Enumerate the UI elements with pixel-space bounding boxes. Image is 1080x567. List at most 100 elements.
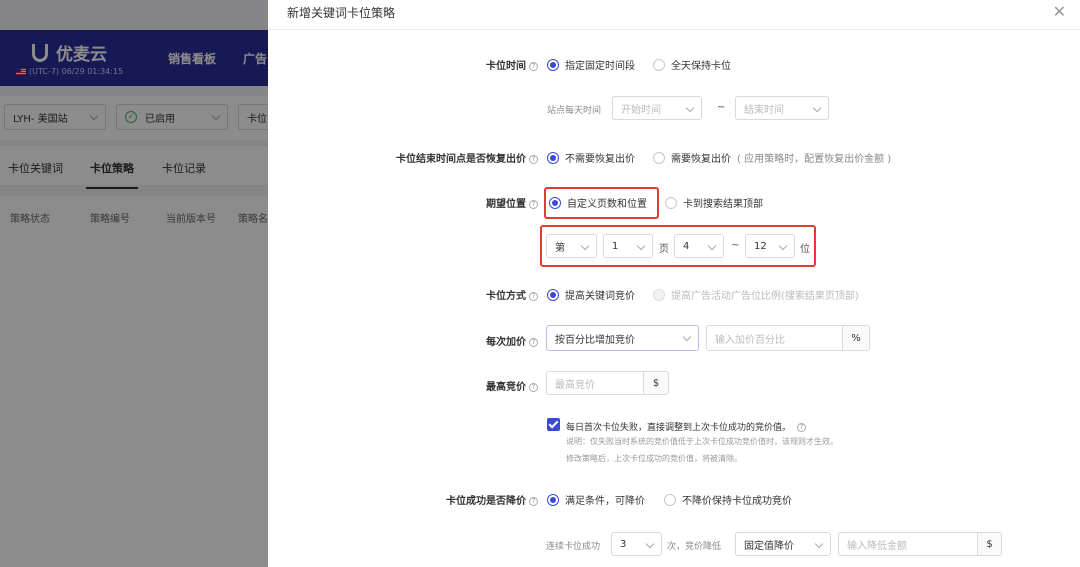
help-icon[interactable]: ? — [529, 292, 538, 301]
percent-suffix: % — [842, 325, 870, 351]
position-unit-text: 位 — [800, 244, 810, 255]
position-to-select[interactable]: 12 — [745, 234, 795, 258]
help-icon[interactable]: ? — [529, 383, 538, 392]
radio-custom-time-label: 指定固定时间段 — [565, 61, 635, 72]
radio-lower-allowed[interactable]: 满足条件，可降价 — [547, 492, 645, 507]
radio-restore-label: 需要恢复出价 — [671, 154, 731, 165]
radio-lower-allowed-label: 满足条件，可降价 — [565, 496, 645, 507]
slot-method-label-text: 卡位方式 — [486, 291, 526, 302]
lower-bid-label: 卡位成功是否降价? — [446, 492, 538, 507]
radio-keep-bid[interactable]: 不降价保持卡位成功竞价 — [664, 492, 792, 507]
end-time-select[interactable]: 结束时间 — [735, 96, 829, 120]
chevron-down-icon — [636, 241, 646, 251]
max-bid-label-text: 最高竞价 — [486, 382, 526, 393]
expected-position-label: 期望位置? — [486, 195, 538, 210]
position-from-select[interactable]: 4 — [674, 234, 724, 258]
radio-dot — [547, 288, 559, 301]
radio-all-day[interactable]: 全天保持卡位 — [653, 57, 731, 72]
radio-raise-placement-ratio[interactable]: 提高广告活动广告位比例(搜索结果页顶部) — [653, 287, 859, 302]
increment-mode-value: 按百分比增加竞价 — [555, 334, 635, 346]
max-bid-placeholder: 最高竞价 — [555, 379, 595, 391]
dollar-suffix: $ — [643, 371, 669, 395]
page-number-select[interactable]: 1 — [603, 234, 653, 258]
radio-custom-page-position-label: 自定义页数和位置 — [567, 199, 647, 210]
radio-dot — [547, 493, 559, 506]
radio-no-restore[interactable]: 不需要恢复出价 — [547, 150, 635, 165]
radio-restore-hint: ( 应用策略时，配置恢复出价金额 ) — [737, 154, 892, 165]
dollar-suffix: $ — [977, 532, 1002, 556]
radio-dot — [547, 151, 559, 164]
radio-dot — [653, 58, 665, 71]
help-icon[interactable]: ? — [529, 338, 538, 347]
chevron-down-icon — [645, 539, 655, 549]
fallback-checkbox[interactable] — [547, 418, 560, 431]
position-from-value: 4 — [683, 240, 690, 252]
success-count-select[interactable]: 3 — [611, 532, 662, 556]
radio-all-day-label: 全天保持卡位 — [671, 61, 731, 72]
drawer-header: 新增关键词卡位策略 ✕ — [268, 0, 1080, 30]
help-icon[interactable]: ? — [529, 62, 538, 71]
restore-bid-label: 卡位结束时间点是否恢复出价? — [396, 150, 538, 165]
radio-dot — [665, 196, 677, 209]
start-time-select[interactable]: 开始时间 — [612, 96, 702, 120]
increment-mode-select[interactable]: 按百分比增加竞价 — [546, 325, 699, 351]
radio-raise-keyword-bid[interactable]: 提高关键词竞价 — [547, 287, 635, 302]
drawer-title: 新增关键词卡位策略 — [287, 6, 396, 20]
radio-raise-keyword-bid-label: 提高关键词竞价 — [565, 291, 635, 302]
restore-bid-label-text: 卡位结束时间点是否恢复出价 — [396, 154, 526, 165]
increment-label-text: 每次加价 — [486, 337, 526, 348]
end-time-placeholder: 结束时间 — [744, 104, 784, 116]
slot-time-label: 卡位时间? — [486, 57, 538, 72]
radio-no-restore-label: 不需要恢复出价 — [565, 154, 635, 165]
radio-dot — [549, 196, 561, 209]
max-bid-input[interactable]: 最高竞价 — [546, 371, 644, 395]
radio-keep-bid-label: 不降价保持卡位成功竞价 — [682, 496, 792, 507]
radio-dot — [547, 58, 559, 71]
increment-percent-input[interactable]: 输入加价百分比 — [706, 325, 843, 351]
radio-custom-time[interactable]: 指定固定时间段 — [547, 57, 635, 72]
slot-method-label: 卡位方式? — [486, 287, 538, 302]
radio-custom-page-position[interactable]: 自定义页数和位置 — [549, 195, 647, 210]
radio-restore[interactable]: 需要恢复出价 ( 应用策略时，配置恢复出价金额 ) — [653, 150, 891, 165]
time-range-tilde: ~ — [717, 102, 726, 113]
radio-top-of-search[interactable]: 卡到搜索结果顶部 — [665, 195, 763, 210]
slot-time-label-text: 卡位时间 — [486, 61, 526, 72]
help-icon[interactable]: ? — [529, 200, 538, 209]
chevron-down-icon — [814, 539, 824, 549]
max-bid-label: 最高竞价? — [486, 378, 538, 393]
fallback-rule-text: 每日首次卡位失败，直接调整到上次卡位成功的竞价值。? — [566, 420, 807, 433]
chevron-down-icon — [778, 241, 788, 251]
expected-position-label-text: 期望位置 — [486, 199, 526, 210]
increment-percent-placeholder: 输入加价百分比 — [715, 334, 785, 346]
radio-dot — [664, 493, 676, 506]
radio-raise-placement-ratio-label: 提高广告活动广告位比例(搜索结果页顶部) — [671, 291, 859, 302]
fallback-note-2: 修改策略后，上次卡位成功的竞价值，将被清除。 — [566, 454, 742, 463]
chevron-down-icon — [682, 332, 692, 342]
lower-amount-input[interactable]: 输入降低金额 — [838, 532, 978, 556]
page-unit-text: 页 — [659, 244, 669, 255]
new-strategy-drawer: 新增关键词卡位策略 ✕ 卡位时间? 指定固定时间段 全天保持卡位 站点每天时间 … — [268, 0, 1080, 567]
page-prefix-select[interactable]: 第 — [546, 234, 597, 258]
fallback-note-1: 说明：仅失败当时系统的竞价值低于上次卡位成功竞价值时，该规则才生效。 — [566, 437, 838, 446]
times-lower-text: 次，竞价降低 — [667, 542, 722, 552]
chevron-down-icon — [685, 103, 695, 113]
lower-mode-select[interactable]: 固定值降价 — [735, 532, 831, 556]
chevron-down-icon — [580, 241, 590, 251]
chevron-down-icon — [707, 241, 717, 251]
fallback-rule-main: 每日首次卡位失败，直接调整到上次卡位成功的竞价值。 — [566, 423, 792, 433]
close-icon[interactable]: ✕ — [1053, 2, 1066, 21]
radio-dot — [653, 288, 665, 301]
site-daily-time-label: 站点每天时间 — [547, 106, 602, 116]
lower-mode-value: 固定值降价 — [744, 540, 794, 552]
increment-label: 每次加价? — [486, 333, 538, 348]
position-to-value: 12 — [754, 240, 767, 252]
consecutive-success-label: 连续卡位成功 — [546, 542, 601, 552]
help-icon[interactable]: ? — [529, 497, 538, 506]
help-icon[interactable]: ? — [529, 155, 538, 164]
radio-top-of-search-label: 卡到搜索结果顶部 — [683, 199, 763, 210]
position-range-tilde: ~ — [731, 240, 740, 251]
help-icon[interactable]: ? — [797, 423, 807, 432]
lower-bid-label-text: 卡位成功是否降价 — [446, 496, 526, 507]
page-number-value: 1 — [612, 240, 619, 252]
lower-amount-placeholder: 输入降低金额 — [847, 540, 907, 552]
